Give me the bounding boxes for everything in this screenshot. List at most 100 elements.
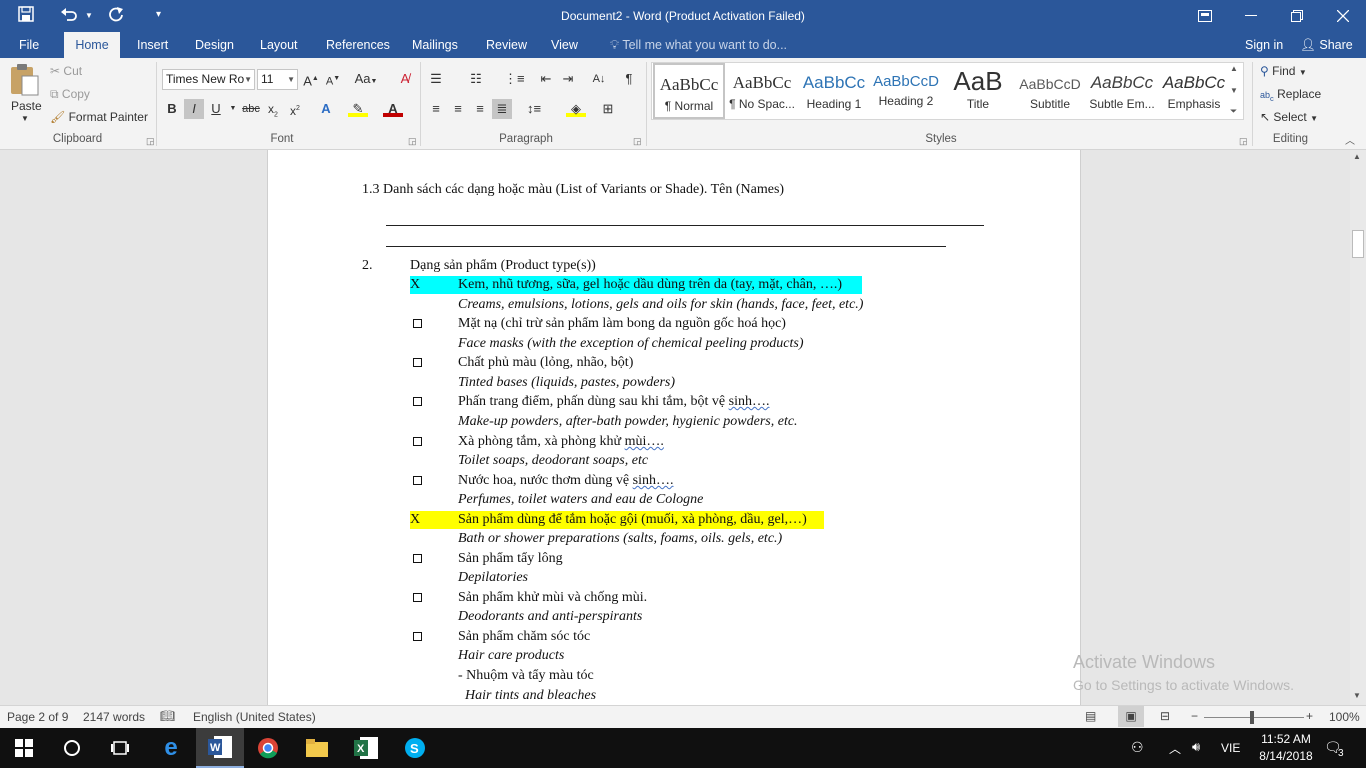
tray-chevron-icon[interactable]: ︿	[1169, 740, 1181, 757]
word-taskbar-icon[interactable]: W	[196, 728, 244, 768]
item-10-checkbox[interactable]	[413, 632, 422, 641]
bullets-icon[interactable]: ☰	[426, 69, 446, 89]
font-launcher-icon[interactable]: ◲	[408, 136, 417, 147]
proofing-icon[interactable]: 📖︎	[160, 709, 175, 723]
collapse-ribbon-icon[interactable]: ︿	[1345, 132, 1355, 147]
item-5-checkbox[interactable]	[413, 437, 422, 446]
styles-scroll-up-icon[interactable]: ▲	[1230, 64, 1238, 73]
italic-icon[interactable]: I	[184, 99, 204, 119]
file-explorer-icon[interactable]	[293, 728, 341, 768]
page-count[interactable]: Page 2 of 9	[7, 710, 68, 724]
item-6-checkbox[interactable]	[413, 476, 422, 485]
volume-icon[interactable]: 🔊︎	[1192, 739, 1200, 755]
font-name-combo[interactable]: Times New Ro ▼	[162, 69, 255, 90]
item-7-check[interactable]: X	[410, 512, 420, 527]
sign-in-link[interactable]: Sign in	[1235, 32, 1293, 58]
chrome-icon[interactable]	[244, 728, 292, 768]
scroll-thumb[interactable]	[1352, 230, 1364, 258]
style-emphasis[interactable]: AaBbCc Emphasis	[1158, 63, 1230, 119]
print-layout-icon[interactable]: ▣	[1118, 706, 1144, 727]
people-icon[interactable]: ⚇	[1131, 739, 1144, 756]
numbering-icon[interactable]: ☷	[466, 69, 486, 89]
grow-font-icon[interactable]: A▲	[301, 69, 321, 89]
scroll-up-icon[interactable]: ▲	[1353, 152, 1361, 161]
underline-dropdown-icon[interactable]: ▼	[223, 99, 243, 119]
shrink-font-icon[interactable]: A▼	[323, 69, 343, 89]
tab-mailings[interactable]: Mailings	[402, 32, 468, 58]
font-size-combo[interactable]: 11 ▼	[257, 69, 298, 90]
change-case-icon[interactable]: Aa▼	[352, 69, 380, 89]
word-count[interactable]: 2147 words	[83, 710, 145, 724]
close-button[interactable]	[1320, 0, 1366, 32]
tell-me-box[interactable]: 💡︎ Tell me what you want to do...	[600, 32, 797, 58]
clock-time[interactable]: 11:52 AM	[1256, 732, 1316, 746]
shading-icon[interactable]: ◈	[566, 99, 586, 117]
tab-home[interactable]: Home	[64, 32, 120, 58]
item-3-checkbox[interactable]	[413, 358, 422, 367]
style-normal[interactable]: AaBbCc ¶ Normal	[653, 63, 725, 119]
select-button[interactable]: ↖ Select ▼	[1260, 110, 1318, 124]
style-title[interactable]: AaB Title	[942, 63, 1014, 119]
superscript-icon[interactable]: x2	[285, 99, 305, 119]
multilevel-list-icon[interactable]: ⋮≡	[504, 69, 525, 89]
bold-icon[interactable]: B	[162, 99, 182, 119]
item-2-checkbox[interactable]	[413, 319, 422, 328]
increase-indent-icon[interactable]: ⇥	[558, 69, 578, 89]
replace-button[interactable]: abc Replace	[1260, 87, 1321, 103]
styles-scroll-down-icon[interactable]: ▼	[1230, 86, 1238, 95]
decrease-indent-icon[interactable]: ⇤	[536, 69, 556, 89]
cut-button[interactable]: ✂ Cut	[50, 64, 82, 78]
format-painter-button[interactable]: 🖌︎ Format Painter	[50, 110, 148, 124]
show-marks-icon[interactable]: ¶	[619, 69, 639, 89]
copy-button[interactable]: ⧉ Copy	[50, 87, 90, 102]
justify-icon[interactable]: ≣	[492, 99, 512, 119]
borders-icon[interactable]: ⊞	[598, 99, 618, 119]
tab-layout[interactable]: Layout	[250, 32, 308, 58]
language-indicator[interactable]: English (United States)	[193, 710, 316, 724]
style-subtitle[interactable]: AaBbCcD Subtitle	[1014, 63, 1086, 119]
tab-file[interactable]: File	[9, 32, 49, 58]
highlight-icon[interactable]: ✎	[348, 99, 368, 117]
style-no-spacing[interactable]: AaBbCc ¶ No Spac...	[726, 63, 798, 119]
paste-dropdown-icon[interactable]: ▼	[21, 114, 29, 123]
zoom-slider-thumb[interactable]	[1250, 711, 1254, 724]
text-effects-icon[interactable]: A	[316, 99, 336, 119]
document-page[interactable]: 1.3 Danh sách các dạng hoặc màu (List of…	[267, 150, 1081, 705]
line-spacing-icon[interactable]: ↕≡	[524, 99, 544, 119]
item-4-checkbox[interactable]	[413, 397, 422, 406]
input-language[interactable]: VIE	[1221, 741, 1240, 755]
styles-launcher-icon[interactable]: ◲	[1239, 136, 1248, 147]
edge-icon[interactable]: e	[147, 728, 195, 768]
paste-icon[interactable]	[9, 62, 41, 98]
zoom-out-icon[interactable]: −	[1191, 709, 1198, 723]
clipboard-launcher-icon[interactable]: ◲	[146, 136, 155, 147]
align-right-icon[interactable]: ≡	[470, 99, 490, 119]
strikethrough-icon[interactable]: abc	[241, 99, 261, 119]
style-heading-2[interactable]: AaBbCcD Heading 2	[870, 63, 942, 119]
vertical-scrollbar[interactable]: ▲ ▼	[1350, 150, 1366, 705]
tab-view[interactable]: View	[541, 32, 588, 58]
start-icon[interactable]	[0, 728, 48, 768]
clear-formatting-icon[interactable]: A̸	[395, 69, 415, 89]
zoom-in-icon[interactable]: +	[1306, 709, 1313, 723]
cortana-icon[interactable]	[48, 728, 96, 768]
web-layout-icon[interactable]: ⊟	[1160, 709, 1170, 723]
subscript-icon[interactable]: x2	[263, 99, 283, 119]
zoom-level[interactable]: 100%	[1329, 710, 1360, 724]
style-subtle-emphasis[interactable]: AaBbCc Subtle Em...	[1086, 63, 1158, 119]
paragraph-launcher-icon[interactable]: ◲	[633, 136, 642, 147]
skype-icon[interactable]: S	[391, 728, 439, 768]
read-mode-icon[interactable]: ▤	[1085, 709, 1096, 723]
restore-button[interactable]	[1274, 0, 1320, 32]
tab-review[interactable]: Review	[476, 32, 537, 58]
scroll-down-icon[interactable]: ▼	[1353, 691, 1361, 700]
task-view-icon[interactable]	[96, 728, 144, 768]
tab-design[interactable]: Design	[185, 32, 244, 58]
zoom-slider[interactable]	[1204, 717, 1304, 718]
tab-insert[interactable]: Insert	[127, 32, 178, 58]
sort-icon[interactable]: A↓	[589, 69, 609, 89]
styles-more-icon[interactable]: ⏷	[1230, 106, 1237, 117]
share-button[interactable]: 👤︎ Share	[1290, 32, 1363, 58]
font-color-icon[interactable]: A	[383, 99, 403, 117]
minimize-button[interactable]	[1228, 0, 1274, 32]
